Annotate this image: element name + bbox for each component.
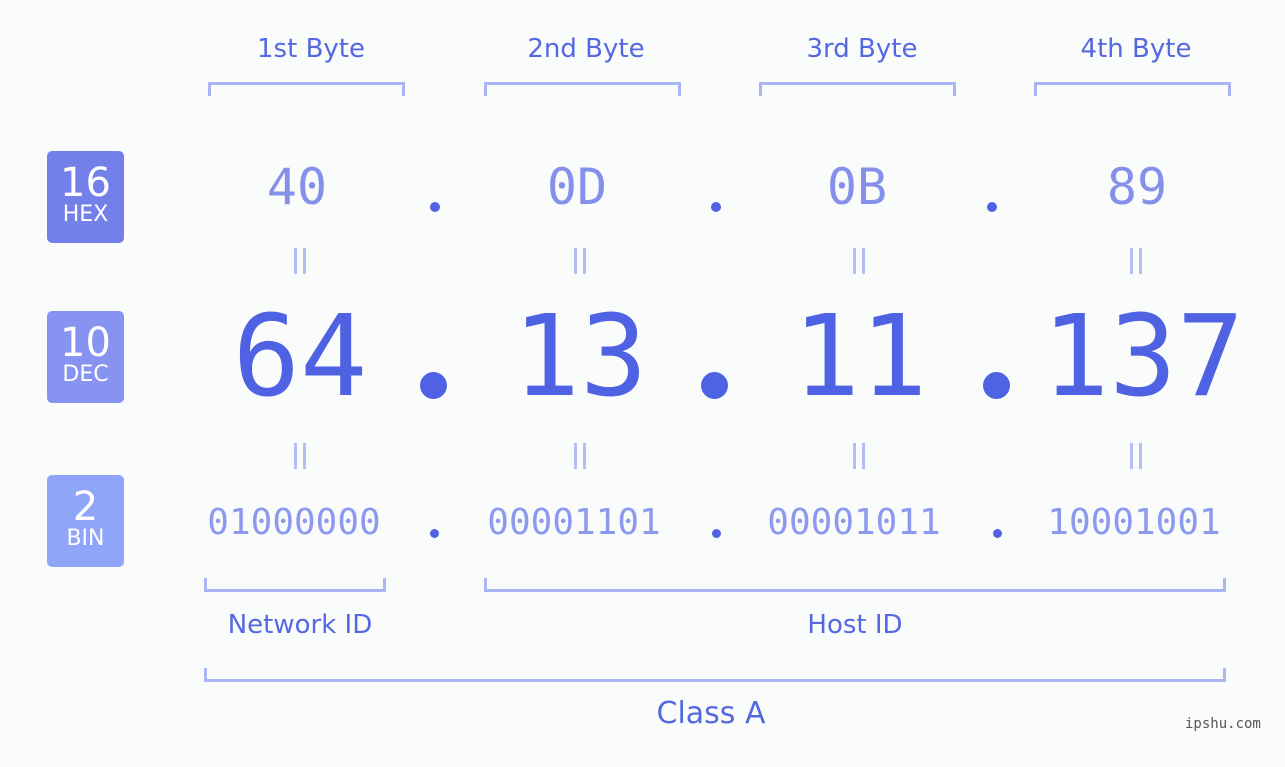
- equals-sign: [1128, 248, 1144, 274]
- hex-dot-3: [987, 202, 997, 212]
- dec-label: DEC: [62, 362, 109, 387]
- equals-sign: [292, 443, 308, 469]
- bin-byte-4: 10001001: [1047, 502, 1221, 543]
- watermark: ipshu.com: [1185, 716, 1261, 732]
- bin-byte-3: 00001011: [767, 502, 941, 543]
- equals-sign: [851, 443, 867, 469]
- dec-badge: 10 DEC: [47, 311, 124, 403]
- hex-byte-4: 89: [1106, 158, 1168, 216]
- byte-bracket-1: [208, 82, 405, 96]
- network-id-bracket: [204, 578, 386, 592]
- network-id-label: Network ID: [227, 610, 373, 640]
- hex-byte-1: 40: [266, 158, 328, 216]
- bin-byte-1: 01000000: [207, 502, 381, 543]
- hex-byte-3: 0B: [826, 158, 888, 216]
- byte-header-4: 4th Byte: [1080, 34, 1192, 64]
- byte-bracket-3: [759, 82, 956, 96]
- bin-byte-2: 00001101: [487, 502, 661, 543]
- class-bracket: [204, 668, 1226, 682]
- bin-dot-1: [430, 529, 439, 538]
- equals-sign: [572, 443, 588, 469]
- class-label: Class A: [656, 696, 766, 731]
- bin-base: 2: [72, 484, 99, 530]
- dec-base: 10: [60, 320, 111, 366]
- bin-dot-2: [712, 529, 721, 538]
- equals-sign: [1128, 443, 1144, 469]
- equals-sign: [292, 248, 308, 274]
- equals-sign: [851, 248, 867, 274]
- dec-dot-1: [420, 372, 447, 399]
- byte-header-3: 3rd Byte: [806, 34, 918, 64]
- host-id-label: Host ID: [807, 610, 903, 640]
- hex-dot-1: [430, 202, 440, 212]
- dec-dot-3: [983, 372, 1010, 399]
- dec-byte-2: 13: [512, 292, 648, 422]
- byte-bracket-4: [1034, 82, 1231, 96]
- dec-byte-1: 64: [232, 292, 368, 422]
- dec-byte-3: 11: [792, 292, 928, 422]
- byte-bracket-2: [484, 82, 681, 96]
- bin-badge: 2 BIN: [47, 475, 124, 567]
- dec-byte-4: 137: [1041, 292, 1245, 422]
- hex-byte-2: 0D: [546, 158, 608, 216]
- hex-dot-2: [711, 202, 721, 212]
- host-id-bracket: [484, 578, 1226, 592]
- hex-badge: 16 HEX: [47, 151, 124, 243]
- hex-base: 16: [60, 160, 111, 206]
- byte-header-1: 1st Byte: [257, 34, 365, 64]
- hex-label: HEX: [62, 202, 109, 227]
- bin-dot-3: [993, 529, 1002, 538]
- dec-dot-2: [701, 372, 728, 399]
- equals-sign: [572, 248, 588, 274]
- byte-header-2: 2nd Byte: [527, 34, 645, 64]
- bin-label: BIN: [66, 526, 105, 551]
